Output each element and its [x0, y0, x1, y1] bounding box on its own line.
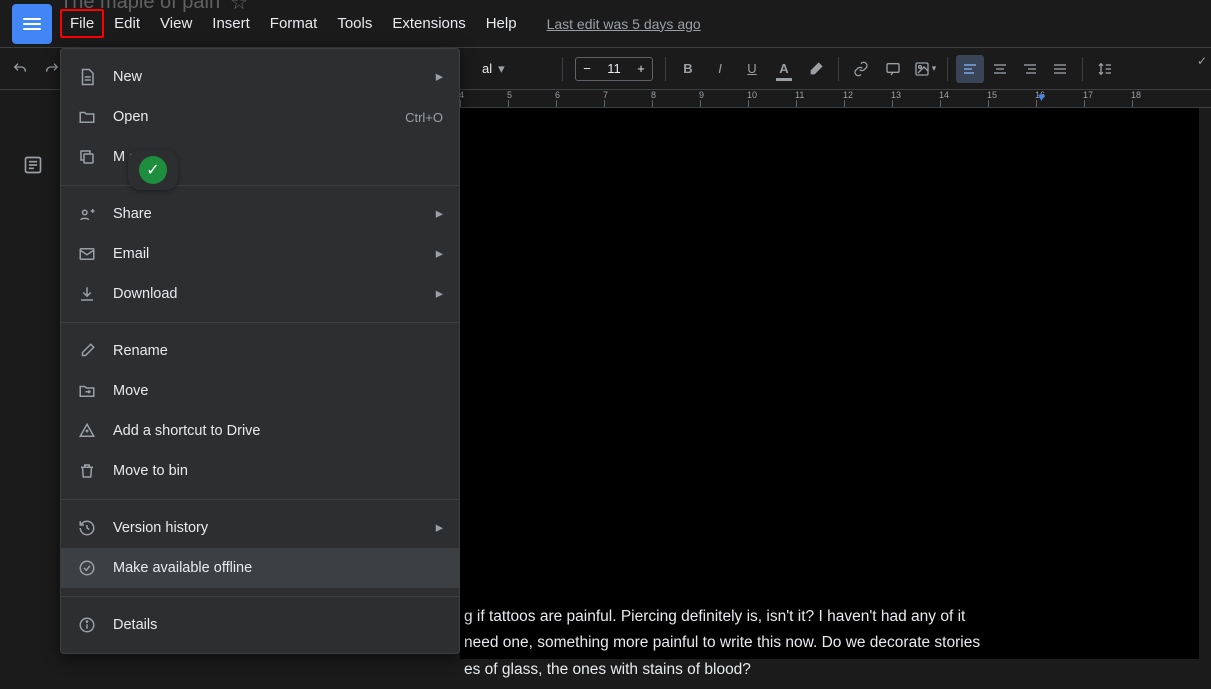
- separator: [947, 57, 948, 81]
- menu-format[interactable]: Format: [260, 9, 328, 38]
- menu-item-move[interactable]: Move: [61, 371, 459, 411]
- document-canvas[interactable]: g if tattoos are painful. Piercing defin…: [460, 108, 1199, 659]
- menu-tools[interactable]: Tools: [327, 9, 382, 38]
- menu-item-label: Move to bin: [113, 463, 443, 479]
- text-line: need one, something more painful to writ…: [464, 631, 1159, 656]
- menu-divider: [61, 185, 459, 186]
- document-body-text[interactable]: g if tattoos are painful. Piercing defin…: [460, 593, 1189, 689]
- menu-item-label: Share: [113, 206, 428, 222]
- document-title[interactable]: The maple of pain: [60, 0, 220, 14]
- menu-item-label: New: [113, 69, 428, 85]
- text-color-button[interactable]: A: [770, 55, 798, 83]
- ruler[interactable]: ▼: [460, 90, 1211, 108]
- paragraph-style-value: al: [482, 61, 492, 76]
- submenu-arrow-icon: ▸: [436, 206, 443, 222]
- menu-item-move-to-bin[interactable]: Move to bin: [61, 451, 459, 491]
- menu-item-label: Make available offline: [113, 560, 443, 576]
- menu-divider: [61, 596, 459, 597]
- submenu-arrow-icon: ▸: [436, 69, 443, 85]
- menu-item-open[interactable]: Open Ctrl+O: [61, 97, 459, 137]
- line-spacing-button[interactable]: [1091, 55, 1119, 83]
- document-icon: [77, 67, 97, 87]
- underline-button[interactable]: U: [738, 55, 766, 83]
- menu-item-download[interactable]: Download ▸: [61, 274, 459, 314]
- menu-item-make-available-offline[interactable]: Make available offline: [61, 548, 459, 588]
- text-line: g if tattoos are painful. Piercing defin…: [464, 605, 1159, 630]
- align-group: [956, 55, 1074, 83]
- docs-app-icon[interactable]: [12, 4, 52, 44]
- font-size-input[interactable]: [598, 61, 630, 76]
- menu-item-version-history[interactable]: Version history ▸: [61, 508, 459, 548]
- menu-item-label: Version history: [113, 520, 428, 536]
- ruler-marker-icon[interactable]: ▼: [1036, 92, 1047, 104]
- highlight-color-button[interactable]: [802, 55, 830, 83]
- menu-item-label: Rename: [113, 343, 443, 359]
- menu-item-label: Open: [113, 109, 405, 125]
- download-icon: [77, 284, 97, 304]
- menu-divider: [61, 499, 459, 500]
- menu-item-shortcut: Ctrl+O: [405, 110, 443, 125]
- align-center-button[interactable]: [986, 55, 1014, 83]
- menu-item-new[interactable]: New ▸: [61, 57, 459, 97]
- move-icon: [77, 381, 97, 401]
- insert-comment-button[interactable]: [879, 55, 907, 83]
- align-justify-button[interactable]: [1046, 55, 1074, 83]
- file-menu-dropdown: New ▸ Open Ctrl+O M opy Share ▸ Email ▸: [60, 48, 460, 654]
- separator: [562, 57, 563, 81]
- insert-image-button[interactable]: ▾: [911, 55, 939, 83]
- menu-item-rename[interactable]: Rename: [61, 331, 459, 371]
- document-title-row: The maple of pain ☆: [60, 0, 248, 15]
- menu-item-details[interactable]: Details: [61, 605, 459, 645]
- menu-item-share[interactable]: Share ▸: [61, 194, 459, 234]
- share-icon: [77, 204, 97, 224]
- history-icon: [77, 518, 97, 538]
- last-edit-link[interactable]: Last edit was 5 days ago: [547, 16, 701, 32]
- menu-item-label: Email: [113, 246, 428, 262]
- separator: [665, 57, 666, 81]
- check-icon: ✓: [139, 156, 167, 184]
- menu-help[interactable]: Help: [476, 9, 527, 38]
- text-line: es of glass, the ones with stains of blo…: [464, 658, 1159, 683]
- menu-item-label: Download: [113, 286, 428, 302]
- star-icon[interactable]: ☆: [230, 0, 248, 15]
- submenu-arrow-icon: ▸: [436, 520, 443, 536]
- add-shortcut-icon: [77, 421, 97, 441]
- submenu-arrow-icon: ▸: [436, 246, 443, 262]
- align-left-button[interactable]: [956, 55, 984, 83]
- rename-icon: [77, 341, 97, 361]
- italic-button[interactable]: I: [706, 55, 734, 83]
- info-icon: [77, 615, 97, 635]
- separator: [838, 57, 839, 81]
- trash-icon: [77, 461, 97, 481]
- bold-button[interactable]: B: [674, 55, 702, 83]
- align-right-button[interactable]: [1016, 55, 1044, 83]
- menu-item-add-shortcut[interactable]: Add a shortcut to Drive: [61, 411, 459, 451]
- menu-extensions[interactable]: Extensions: [382, 9, 475, 38]
- caret-down-icon: ▾: [498, 61, 505, 77]
- menu-item-label: Details: [113, 617, 443, 633]
- menu-item-label: Add a shortcut to Drive: [113, 423, 443, 439]
- hamburger-icon: [23, 18, 41, 30]
- outline-toggle-button[interactable]: [18, 150, 48, 180]
- menu-item-email[interactable]: Email ▸: [61, 234, 459, 274]
- paragraph-style-dropdown[interactable]: al ▾: [474, 55, 554, 83]
- folder-icon: [77, 107, 97, 127]
- separator: [1082, 57, 1083, 81]
- menu-item-make-copy[interactable]: M opy: [61, 137, 459, 177]
- offline-success-toast: ✓: [128, 150, 178, 190]
- insert-link-button[interactable]: [847, 55, 875, 83]
- font-size-decrease-button[interactable]: −: [576, 58, 598, 80]
- copy-icon: [77, 147, 97, 167]
- submenu-arrow-icon: ▸: [436, 286, 443, 302]
- undo-button[interactable]: [6, 55, 34, 83]
- font-size-control: − +: [575, 57, 653, 81]
- menu-divider: [61, 322, 459, 323]
- toolbar-more-button[interactable]: ✓: [1197, 54, 1207, 68]
- email-icon: [77, 244, 97, 264]
- menu-item-label: Move: [113, 383, 443, 399]
- font-size-increase-button[interactable]: +: [630, 58, 652, 80]
- offline-icon: [77, 558, 97, 578]
